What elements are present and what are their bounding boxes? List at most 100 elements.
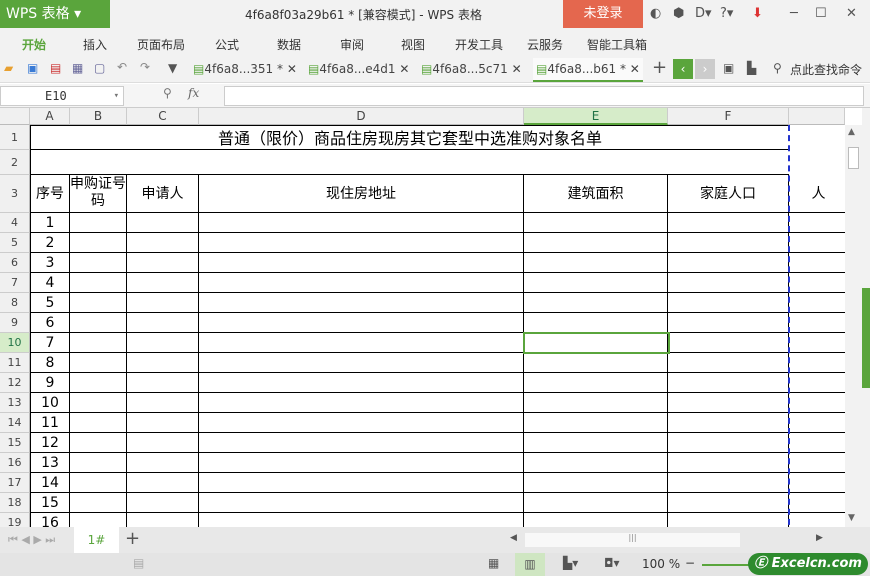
cell[interactable]: [199, 253, 524, 273]
cell[interactable]: [668, 253, 789, 273]
serial-cell[interactable]: 12: [30, 433, 70, 453]
formula-input[interactable]: [224, 86, 864, 106]
cell[interactable]: [668, 393, 789, 413]
serial-cell[interactable]: 2: [30, 233, 70, 253]
sheet-tab[interactable]: 1#: [74, 527, 119, 553]
cell[interactable]: [789, 373, 845, 393]
cell[interactable]: [789, 493, 845, 513]
cell[interactable]: [199, 433, 524, 453]
serial-cell[interactable]: 16: [30, 513, 70, 527]
document-tab[interactable]: ▤ 4f6a8...e4d1 ✕: [305, 58, 412, 82]
cell[interactable]: [524, 313, 668, 333]
cell[interactable]: [199, 353, 524, 373]
cell[interactable]: [127, 393, 199, 413]
serial-cell[interactable]: 8: [30, 353, 70, 373]
cell[interactable]: [127, 293, 199, 313]
column-header-A[interactable]: A: [30, 108, 70, 125]
cell[interactable]: [668, 213, 789, 233]
serial-cell[interactable]: 13: [30, 453, 70, 473]
column-title[interactable]: 人: [789, 175, 845, 213]
prev-tab-button[interactable]: ‹: [673, 59, 693, 79]
close-tab-icon[interactable]: ✕: [283, 62, 297, 76]
cell[interactable]: [127, 473, 199, 493]
horizontal-scrollbar[interactable]: |||: [525, 533, 740, 547]
maximize-button[interactable]: ☐: [815, 6, 827, 21]
scroll-right-icon[interactable]: ▶: [816, 533, 823, 543]
menu-7[interactable]: 开发工具: [455, 36, 503, 53]
cell[interactable]: [127, 433, 199, 453]
menu-6[interactable]: 视图: [401, 36, 425, 53]
open-icon[interactable]: ▰: [4, 61, 13, 75]
page-layout-icon[interactable]: ▙▾: [563, 556, 578, 570]
settings-icon[interactable]: ⬢: [673, 6, 684, 21]
cell[interactable]: [30, 150, 789, 175]
redo-icon[interactable]: ↷: [140, 60, 150, 74]
print-icon[interactable]: ▦: [72, 61, 83, 75]
download-icon[interactable]: ⬇: [752, 6, 763, 21]
cell[interactable]: [524, 213, 668, 233]
cell[interactable]: [127, 413, 199, 433]
column-header-C[interactable]: C: [127, 108, 199, 125]
cell[interactable]: [127, 213, 199, 233]
scroll-down-icon[interactable]: ▼: [848, 513, 855, 523]
cell[interactable]: [199, 393, 524, 413]
cell[interactable]: [70, 413, 127, 433]
record-icon[interactable]: ▤: [133, 556, 144, 570]
cell[interactable]: [524, 493, 668, 513]
cell[interactable]: [199, 293, 524, 313]
cell[interactable]: [524, 393, 668, 413]
eye-protect-icon[interactable]: ◘▾: [604, 556, 620, 570]
column-title[interactable]: 申请人: [127, 175, 199, 213]
serial-cell[interactable]: 9: [30, 373, 70, 393]
more-icon[interactable]: ▼: [168, 61, 177, 75]
cell[interactable]: [70, 373, 127, 393]
cell[interactable]: [789, 433, 845, 453]
cell[interactable]: [789, 273, 845, 293]
save-icon[interactable]: ▣: [27, 61, 38, 75]
column-title[interactable]: 序号: [30, 175, 70, 213]
sheet-nav-icons[interactable]: ⏮ ◀ ▶ ⏭: [8, 533, 55, 547]
pin-icon[interactable]: ▙: [747, 61, 756, 75]
cell[interactable]: [789, 213, 845, 233]
cell[interactable]: [789, 473, 845, 493]
undo-icon[interactable]: ↶: [117, 60, 127, 74]
cell[interactable]: [789, 353, 845, 373]
cell[interactable]: [70, 233, 127, 253]
menu-9[interactable]: 智能工具箱: [587, 36, 647, 53]
add-sheet-icon[interactable]: +: [125, 528, 140, 549]
cell[interactable]: [668, 233, 789, 253]
menu-1[interactable]: 插入: [83, 36, 107, 53]
row-header[interactable]: 2: [0, 150, 30, 175]
cell[interactable]: [789, 293, 845, 313]
menu-2[interactable]: 页面布局: [137, 36, 185, 53]
column-header-B[interactable]: B: [70, 108, 127, 125]
cell[interactable]: [70, 433, 127, 453]
cell[interactable]: [668, 333, 789, 353]
next-tab-button[interactable]: ›: [695, 59, 715, 79]
row-header[interactable]: 1: [0, 125, 30, 150]
spreadsheet-grid[interactable]: A B C D E F 1 2 3 4 5 6 7 8 9 10 11 12 13 14 15 16 17 18 19 普通（限价…: [0, 108, 845, 527]
cell[interactable]: [70, 393, 127, 413]
close-tab-icon[interactable]: ✕: [508, 62, 522, 76]
page-break-view-icon[interactable]: ▥: [515, 553, 545, 576]
cell[interactable]: [70, 213, 127, 233]
close-tab-icon[interactable]: ✕: [396, 62, 409, 76]
cell[interactable]: [668, 453, 789, 473]
cell[interactable]: [524, 513, 668, 527]
serial-cell[interactable]: 3: [30, 253, 70, 273]
serial-cell[interactable]: 6: [30, 313, 70, 333]
cell[interactable]: [524, 413, 668, 433]
cell[interactable]: [127, 253, 199, 273]
selected-cell[interactable]: [523, 332, 670, 354]
fx-icon[interactable]: fx: [188, 86, 199, 100]
cell[interactable]: [668, 513, 789, 527]
cell[interactable]: [524, 233, 668, 253]
cell[interactable]: [127, 333, 199, 353]
row-header[interactable]: 4: [0, 213, 30, 233]
menu-5[interactable]: 审阅: [340, 36, 364, 53]
command-search[interactable]: 点此查找命令: [790, 61, 862, 78]
menu-0[interactable]: 开始: [22, 36, 46, 53]
cell[interactable]: [127, 233, 199, 253]
cell[interactable]: [524, 353, 668, 373]
column-title[interactable]: 申购证号码: [70, 175, 127, 213]
